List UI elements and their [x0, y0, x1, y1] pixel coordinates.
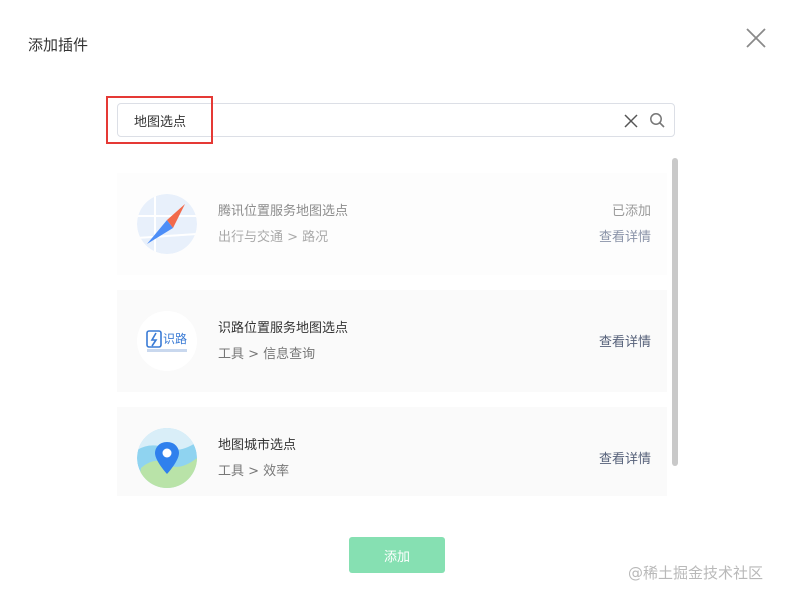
dialog-title: 添加插件 [28, 36, 89, 54]
plugin-category: 出行与交通 > 路况 [218, 230, 329, 245]
plugin-card-tencent-map-picker[interactable]: 腾讯位置服务地图选点 出行与交通 > 路况 已添加 查看详情 [117, 173, 667, 275]
plugin-list[interactable]: 腾讯位置服务地图选点 出行与交通 > 路况 已添加 查看详情 识路 识路位置服务… [117, 158, 679, 496]
clear-button[interactable] [623, 113, 639, 129]
shilu-logo: 识路 [137, 311, 197, 371]
city-map-logo [137, 428, 197, 488]
map-pin-icon [137, 428, 197, 488]
plugin-card-shilu-map-picker[interactable]: 识路 识路位置服务地图选点 工具 > 信息查询 查看详情 [117, 290, 667, 392]
plugin-category: 工具 > 效率 [218, 464, 290, 479]
clear-icon [624, 114, 638, 128]
view-details-link[interactable]: 查看详情 [599, 331, 651, 350]
watermark: @稀土掘金技术社区 [628, 564, 764, 582]
plugin-status-added: 已添加 [611, 204, 651, 219]
close-icon [746, 28, 766, 48]
add-button[interactable]: 添加 [349, 537, 445, 573]
close-button[interactable] [742, 24, 770, 52]
compass-icon [137, 194, 197, 254]
list-scrollbar[interactable] [672, 158, 678, 466]
plugin-name: 地图城市选点 [218, 438, 297, 453]
shilu-logo-text: 识路 [163, 332, 188, 346]
plugin-category: 工具 > 信息查询 [218, 347, 316, 362]
search-highlight-annotation [106, 96, 213, 144]
add-plugin-dialog: 添加插件 地图选点 腾讯位置服务地图选点 出行与交通 > 路况 已添加 查看详情… [0, 0, 796, 600]
view-details-link[interactable]: 查看详情 [599, 226, 651, 245]
tencent-map-logo [137, 194, 197, 254]
plugin-card-city-map-picker[interactable]: 地图城市选点 工具 > 效率 查看详情 [117, 407, 667, 496]
plugin-name: 腾讯位置服务地图选点 [218, 204, 349, 219]
search-button[interactable] [649, 112, 666, 129]
plugin-name: 识路位置服务地图选点 [218, 321, 349, 336]
search-icon [650, 113, 665, 128]
view-details-link[interactable]: 查看详情 [599, 448, 651, 467]
